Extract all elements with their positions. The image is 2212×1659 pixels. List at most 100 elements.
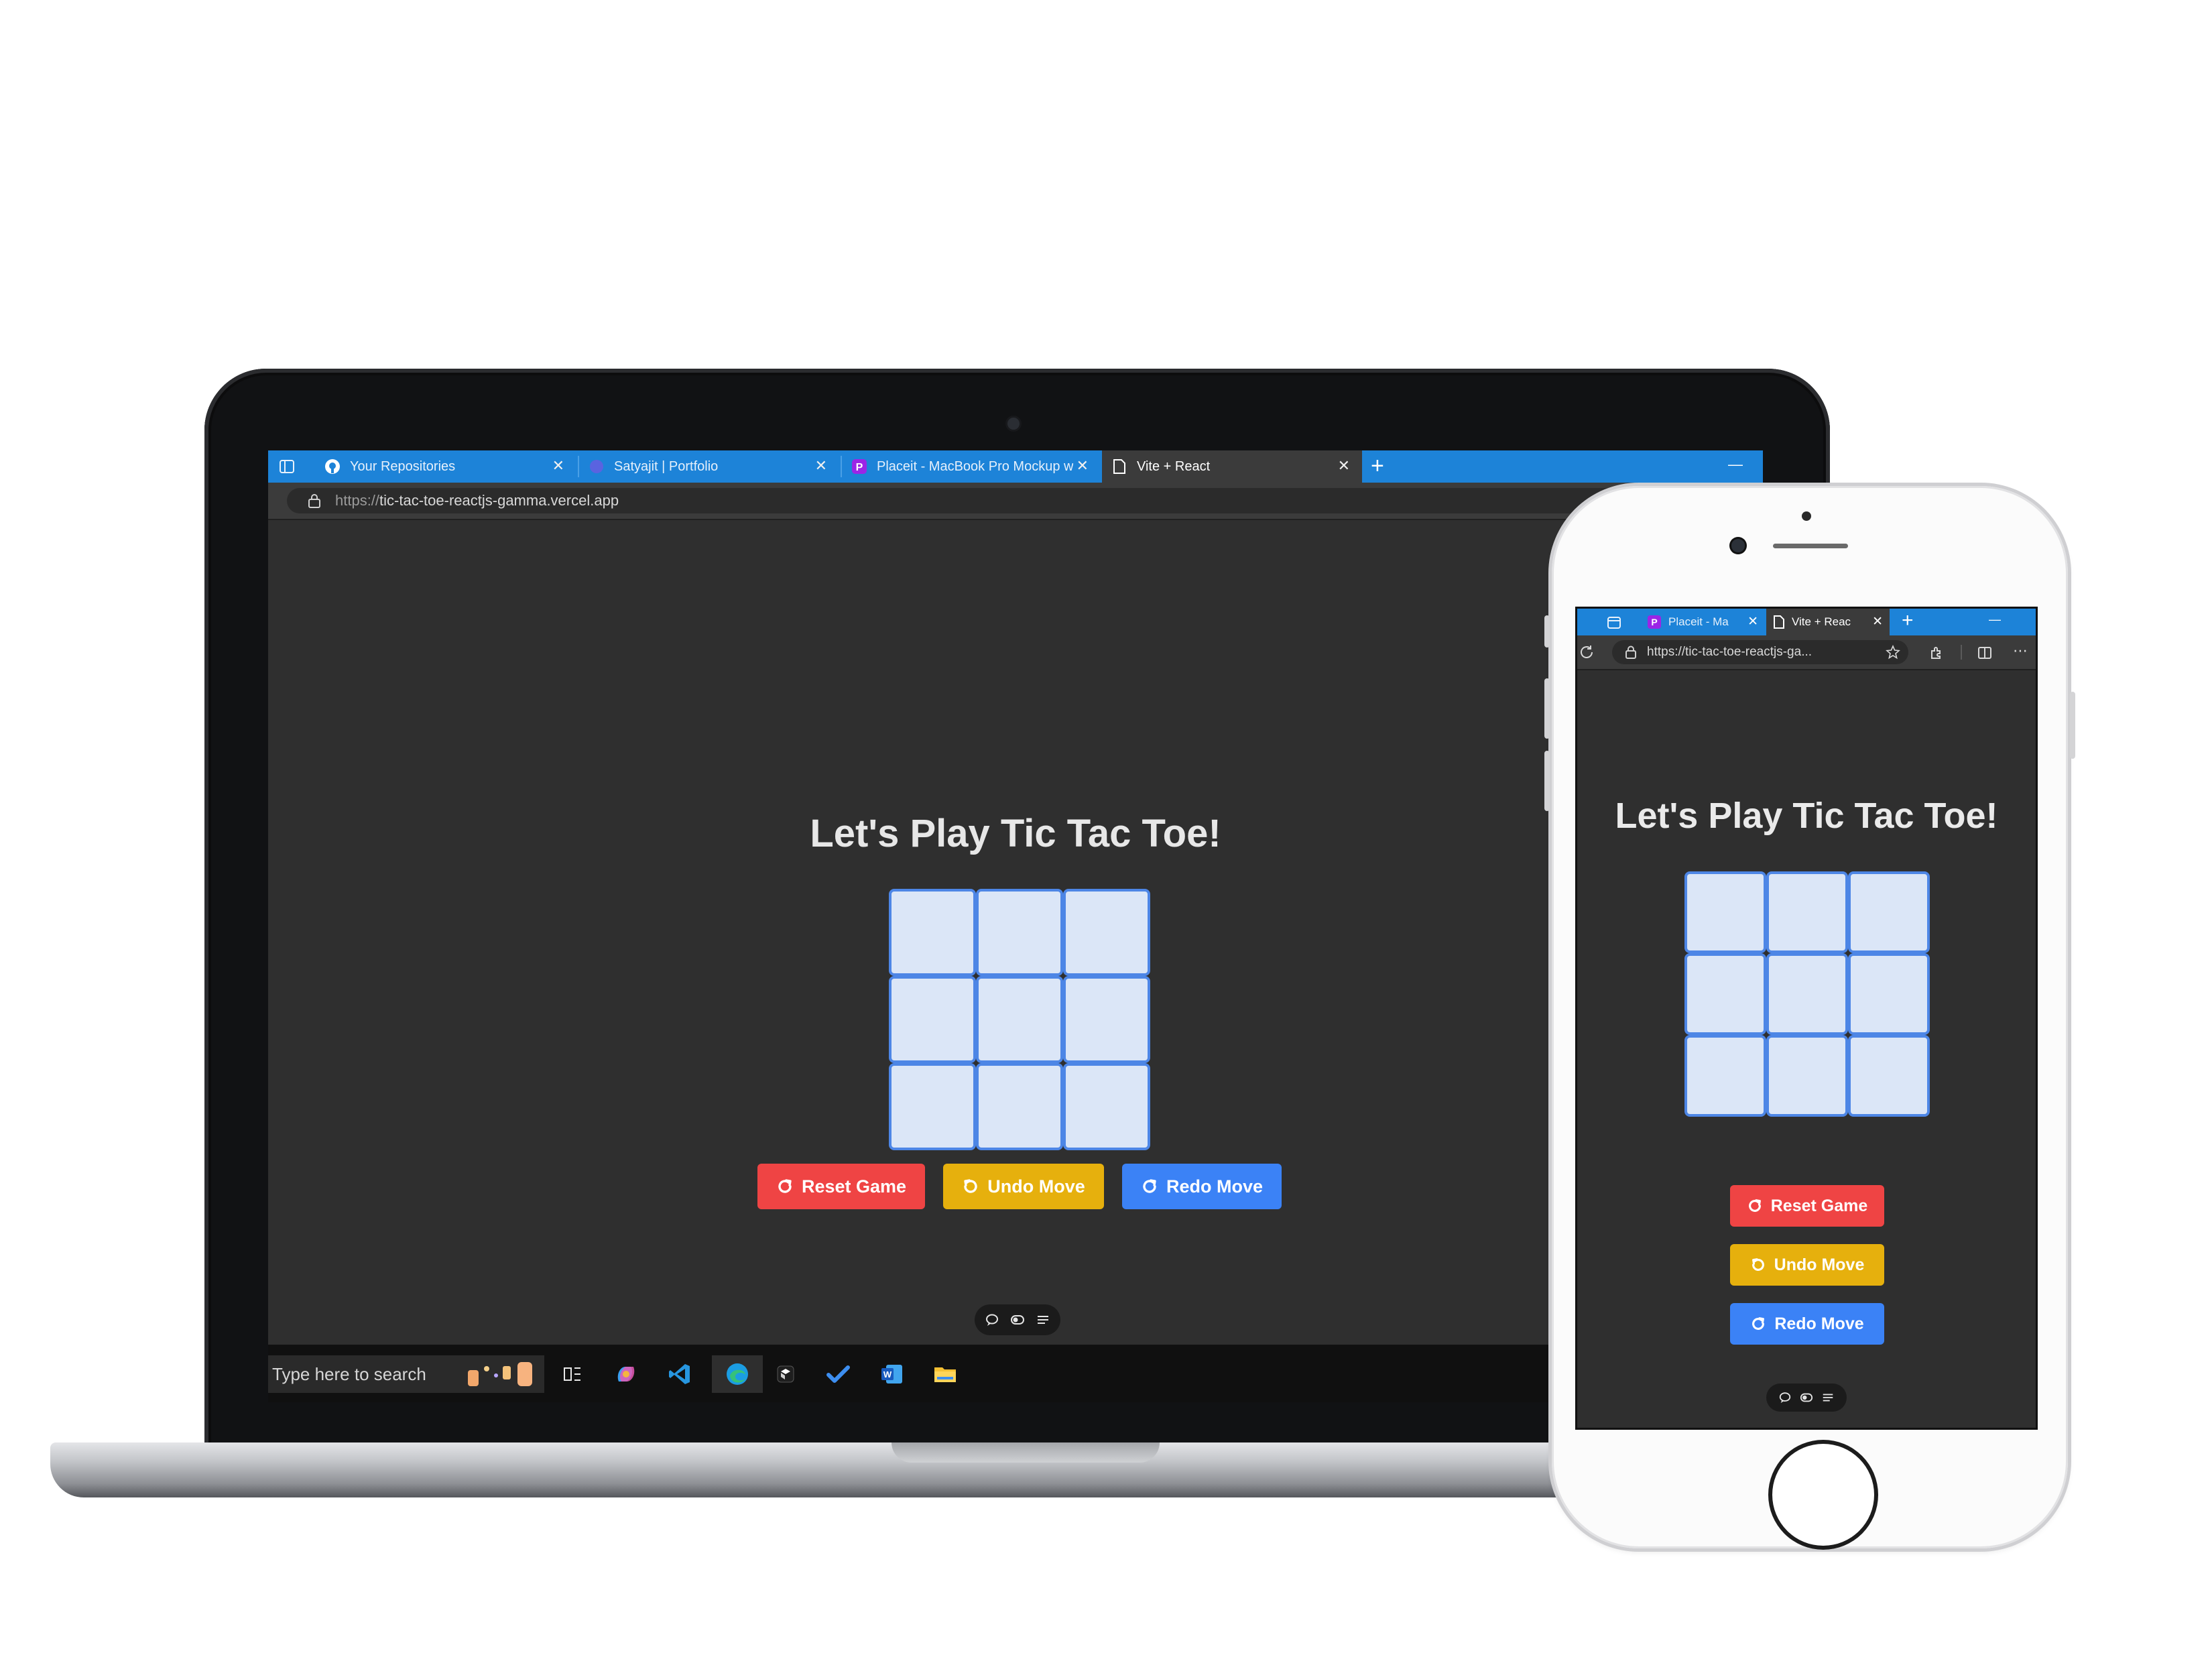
toggle-icon[interactable] [1800,1391,1813,1404]
reset-icon [778,1179,792,1193]
redo-icon [1143,1179,1156,1193]
board-cell[interactable] [1766,953,1848,1035]
close-tab-icon[interactable]: ✕ [552,457,564,475]
menu-icon[interactable] [1821,1391,1835,1404]
redo-label: Redo Move [1774,1314,1864,1333]
tab-portfolio[interactable]: Satyajit | Portfolio ✕ [579,450,839,483]
svg-text:P: P [856,462,863,473]
minimize-button[interactable]: — [1989,613,2001,627]
more-options-icon[interactable]: ⋯ [2013,642,2028,660]
close-tab-icon[interactable]: ✕ [1077,457,1089,475]
board-cell[interactable] [1848,953,1930,1035]
url-input[interactable]: https://tic-tac-toe-reactjs-ga... [1612,640,1908,664]
board-cell[interactable] [1684,1035,1766,1117]
app-cube-icon[interactable] [765,1355,806,1393]
url-host: tic-tac-toe-reactjs-gamma.vercel.app [379,492,619,509]
tab-your-repositories[interactable]: Your Repositories ✕ [315,450,576,483]
board-cell[interactable] [1848,871,1930,953]
phone-speaker [1773,544,1848,548]
board-cell[interactable] [976,889,1063,976]
board-cell[interactable] [1063,1063,1150,1150]
phone-side-button [1544,615,1550,648]
toggle-icon[interactable] [1010,1312,1025,1327]
extensions-icon[interactable] [1928,645,1945,664]
board-cell[interactable] [976,1063,1063,1150]
page-icon [1111,458,1127,475]
new-tab-button[interactable]: + [1371,453,1384,479]
svg-text:P: P [1651,617,1657,627]
close-tab-icon[interactable]: ✕ [1872,614,1883,629]
phone-address-bar: https://tic-tac-toe-reactjs-ga... ⋯ [1577,635,2036,670]
favorite-star-icon[interactable] [1886,644,1900,664]
redo-label: Redo Move [1166,1176,1264,1196]
reset-icon [1748,1199,1761,1212]
tab-actions-icon[interactable] [1607,615,1621,630]
board-cell[interactable] [1766,871,1848,953]
new-tab-button[interactable]: + [1902,609,1914,632]
redo-move-button[interactable]: Redo Move [1730,1303,1884,1345]
browser-tabbar: Your Repositories ✕ Satyajit | Portfolio… [268,450,1763,483]
tab-vite-react[interactable]: Vite + React ✕ [1102,450,1362,483]
comment-icon[interactable] [1778,1391,1792,1404]
phone-browser-tabbar: P Placeit - Ma ✕ Vite + Reac ✕ + — [1577,609,2036,635]
placeit-icon: P [1647,615,1662,629]
lock-icon [1624,646,1638,659]
comment-icon[interactable] [985,1312,999,1327]
phone-game-page: Let's Play Tic Tac Toe! Reset Game Undo … [1577,670,2036,1428]
svg-text:W: W [883,1369,892,1379]
board-cell[interactable] [1848,1035,1930,1117]
url-text: https://tic-tac-toe-reactjs-ga... [1647,645,1812,659]
floating-toolbar [1766,1384,1847,1412]
board-cell[interactable] [1684,871,1766,953]
tab-label: Placeit - Ma [1668,615,1729,628]
board-cell[interactable] [1766,1035,1848,1117]
refresh-icon[interactable] [1579,644,1595,660]
laptop-hinge-notch [892,1442,1160,1463]
taskbar-search-input[interactable]: Type here to search [268,1355,544,1393]
menu-icon[interactable] [1036,1312,1050,1327]
tab-actions-icon[interactable] [279,458,295,475]
board-cell[interactable] [889,889,976,976]
browser-address-bar: https://tic-tac-toe-reactjs-gamma.vercel… [268,483,1763,520]
close-tab-icon[interactable]: ✕ [1338,457,1350,475]
phone-home-button[interactable] [1768,1440,1878,1550]
tab-label: Placeit - MacBook Pro Mockup w [877,458,1074,474]
board-cell[interactable] [1063,976,1150,1063]
redo-move-button[interactable]: Redo Move [1122,1164,1282,1209]
phone-screen: P Placeit - Ma ✕ Vite + Reac ✕ + — https… [1575,607,2038,1430]
reset-game-button[interactable]: Reset Game [1730,1185,1884,1227]
edge-browser-icon[interactable] [712,1355,763,1393]
copilot-icon[interactable] [606,1355,646,1393]
undo-icon [964,1179,977,1193]
close-tab-icon[interactable]: ✕ [815,457,827,475]
tab-label: Satyajit | Portfolio [614,458,719,474]
board-cell[interactable] [889,1063,976,1150]
board-cell[interactable] [889,976,976,1063]
split-screen-icon[interactable] [1977,645,1993,664]
tab-vite-react[interactable]: Vite + Reac ✕ [1766,609,1890,635]
phone-front-camera [1731,539,1745,552]
vscode-icon[interactable] [660,1355,700,1393]
todo-check-icon[interactable] [818,1355,858,1393]
placeit-icon: P [851,458,867,475]
file-explorer-icon[interactable] [925,1355,965,1393]
minimize-button[interactable]: — [1728,456,1743,473]
board-cell[interactable] [1063,889,1150,976]
url-input[interactable]: https://tic-tac-toe-reactjs-gamma.vercel… [287,488,1748,513]
close-tab-icon[interactable]: ✕ [1747,614,1758,629]
undo-move-button[interactable]: Undo Move [1730,1244,1884,1286]
board-cell[interactable] [1684,953,1766,1035]
word-icon[interactable]: W [871,1355,912,1393]
redo-icon [1752,1317,1765,1330]
tab-placeit[interactable]: P Placeit - MacBook Pro Mockup w ✕ [842,450,1101,483]
phone-power-button [2070,692,2075,759]
tab-placeit[interactable]: P Placeit - Ma ✕ [1640,609,1765,635]
game-page: Let's Play Tic Tac Toe! Reset Game Undo … [268,520,1763,1345]
board-cell[interactable] [976,976,1063,1063]
laptop-camera [1007,418,1020,430]
search-placeholder: Type here to search [272,1363,426,1384]
reset-game-button[interactable]: Reset Game [757,1164,925,1209]
undo-move-button[interactable]: Undo Move [943,1164,1104,1209]
task-view-icon[interactable] [552,1355,593,1393]
floating-toolbar [975,1304,1060,1335]
